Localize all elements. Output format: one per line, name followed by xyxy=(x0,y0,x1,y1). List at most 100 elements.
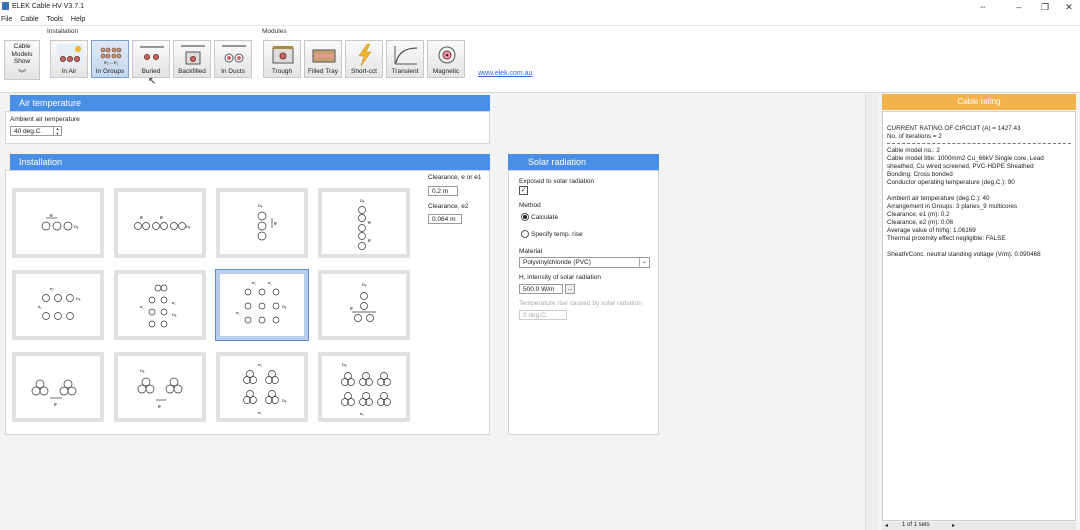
svg-text:e₂: e₂ xyxy=(258,362,262,367)
pin-icon[interactable]: ⇔ xyxy=(979,2,987,11)
title-bar: ELEK Cable HV V3.7.1 ⇔ – ❐ ✕ xyxy=(0,0,1080,14)
menu-bar: File Cable Tools Help xyxy=(0,14,1080,26)
svg-text:Dₑ: Dₑ xyxy=(282,304,287,309)
temp-rise-label: Temperature rise caused by solar radiati… xyxy=(519,300,642,307)
magnetic-button[interactable]: Magnetic xyxy=(427,40,465,78)
rating-line: Clearance, e1 (m): 0.2 xyxy=(887,211,950,218)
website-link[interactable]: www.elek.com.au xyxy=(478,70,532,77)
svg-text:Dₑ: Dₑ xyxy=(282,398,287,403)
svg-text:e₁: e₁ xyxy=(268,280,272,285)
magnetic-field-icon xyxy=(438,46,456,64)
calculate-radio[interactable] xyxy=(521,213,529,221)
clearance-e2-label: Clearance, e2 xyxy=(428,203,469,210)
arrangement-tile-1[interactable]: e Dₑ xyxy=(12,188,104,258)
minimize-button[interactable]: – xyxy=(1006,1,1032,13)
arrangement-tile-12[interactable]: Dₑ e₂ xyxy=(318,352,410,422)
buried-icon xyxy=(140,46,164,60)
trough-label: Trough xyxy=(271,68,293,75)
arrangement-diagram-icon: e₂ e₁ Dₑ xyxy=(38,286,81,320)
cable-models-show-line1: Cable xyxy=(13,43,31,50)
rating-line: Sheath/Conc. neutral standing voltage (V… xyxy=(887,251,1041,258)
main-scrollbar[interactable] xyxy=(865,94,878,530)
rating-line: Average value of hl/hg: 1.06169 xyxy=(887,227,976,234)
arrangement-tile-4[interactable]: Dₑ e e xyxy=(318,188,410,258)
air-temperature-panel: Ambient air temperature 40 deg.C. ▲ ▼ xyxy=(5,111,490,144)
method-label: Method xyxy=(519,202,541,209)
material-select[interactable]: Polyvinylchloride (PVC) ⌄ xyxy=(519,257,650,268)
arrangement-tile-3[interactable]: Dₑ e xyxy=(216,188,308,258)
temp-rise-input[interactable]: 0 deg.C. xyxy=(519,310,567,320)
arrangement-tile-10[interactable]: Dₑ e xyxy=(114,352,206,422)
transient-button[interactable]: Transient xyxy=(386,40,424,78)
clearance-e1-input[interactable]: 0.2 m xyxy=(428,186,458,196)
arrangement-diagram-icon: e Dₑ xyxy=(41,213,79,231)
ribbon: Cable Models Show ︾ Installation Modules… xyxy=(0,26,1080,93)
installation-header: Installation xyxy=(10,154,490,170)
menu-cable[interactable]: Cable xyxy=(20,14,38,25)
menu-tools[interactable]: Tools xyxy=(47,14,63,25)
trough-button[interactable]: Trough xyxy=(263,40,301,78)
calculate-label: Calculate xyxy=(531,214,559,221)
cable-models-show-button[interactable]: Cable Models Show ︾ xyxy=(4,40,40,80)
arrangement-tile-9[interactable]: e xyxy=(12,352,104,422)
short-cct-label: Short-cct xyxy=(350,68,377,75)
window-title: ELEK Cable HV V3.7.1 xyxy=(12,3,84,10)
arrangement-tile-2[interactable]: e e Dₑ xyxy=(114,188,206,258)
pager-prev-icon[interactable]: ◂ xyxy=(885,522,888,529)
arrangement-diagram-icon: e₂ Dₑ e₁ xyxy=(243,362,287,415)
arrangement-tile-8[interactable]: Dₑ e xyxy=(318,270,410,340)
svg-text:e: e xyxy=(274,221,277,227)
specify-temp-rise-radio[interactable] xyxy=(521,230,529,238)
arrangement-diagram-icon: Dₑ e e xyxy=(358,198,371,250)
maximize-button[interactable]: ❐ xyxy=(1032,1,1058,13)
rating-line: Cable model title: 1000mm2 Cu_66kV Singl… xyxy=(887,155,1044,170)
exposed-checkbox[interactable]: ✓ xyxy=(519,186,528,195)
svg-text:Dₑ: Dₑ xyxy=(186,224,191,229)
svg-text:Dₑ: Dₑ xyxy=(140,368,145,373)
arrangement-tile-6[interactable]: e₁ Dₑ e₁ xyxy=(114,270,206,340)
intensity-input[interactable]: 500.0 W/m xyxy=(519,284,563,294)
close-button[interactable]: ✕ xyxy=(1056,1,1080,13)
rating-line: CURRENT RATING OF CIRCUIT (A) = 1427.43 xyxy=(887,125,1021,132)
filled-tray-label: Filled Tray xyxy=(308,68,338,75)
intensity-browse-button[interactable]: ... xyxy=(565,284,575,294)
menu-file[interactable]: File xyxy=(1,14,12,25)
clearance-e2-input[interactable]: 0.064 m xyxy=(428,214,462,224)
menu-help[interactable]: Help xyxy=(71,14,85,25)
spinner-icon[interactable]: ▲ ▼ xyxy=(53,126,61,136)
in-ducts-button[interactable]: In Ducts xyxy=(214,40,252,78)
ambient-air-temperature-input[interactable]: 40 deg.C. ▲ ▼ xyxy=(10,126,62,136)
trough-icon xyxy=(272,46,294,64)
svg-text:e₁: e₁ xyxy=(172,300,176,305)
arrangement-tile-5[interactable]: e₂ e₁ Dₑ xyxy=(12,270,104,340)
in-air-button[interactable]: In Air xyxy=(50,40,88,78)
transient-curve-icon xyxy=(394,46,418,65)
rating-line: Conductor operating temperature (deg.C.)… xyxy=(887,179,1015,186)
cable-rating-output: CURRENT RATING OF CIRCUIT (A) = 1427.43 … xyxy=(882,111,1076,521)
backfilled-button[interactable]: Backfilled xyxy=(173,40,211,78)
svg-text:e₂: e₂ xyxy=(252,280,256,285)
svg-text:e₂: e₂ xyxy=(50,286,54,291)
arrangement-tile-7-selected[interactable]: e₂ e₁ Dₑ e₁ xyxy=(215,269,309,341)
in-groups-icon: e₂↔e₁ xyxy=(100,47,122,66)
arrangement-tile-11[interactable]: e₂ Dₑ e₁ xyxy=(216,352,308,422)
short-cct-button[interactable]: Short-cct xyxy=(345,40,383,78)
backfilled-label: Backfilled xyxy=(178,68,206,75)
cable-rating-header: Cable rating xyxy=(882,94,1076,110)
cable-models-show-line3: Show xyxy=(13,58,31,65)
in-ducts-icon xyxy=(222,45,246,63)
arrangement-diagram-icon: Dₑ e xyxy=(137,368,183,410)
rating-line: Arrangement in Groups: 3 planes_9 multic… xyxy=(887,203,1018,210)
svg-text:e: e xyxy=(140,215,143,221)
magnetic-label: Magnetic xyxy=(432,68,460,75)
ambient-air-temperature-label: Ambient air temperature xyxy=(10,116,80,123)
buried-button[interactable]: Buried xyxy=(132,40,170,78)
chevron-down-icon[interactable]: ⌄ xyxy=(639,257,649,268)
svg-text:e₂↔e₁: e₂↔e₁ xyxy=(104,60,119,66)
svg-text:e₁: e₁ xyxy=(140,304,144,309)
rating-line: Thermal proximity effect negligible: FAL… xyxy=(887,235,1006,242)
filled-tray-button[interactable]: Filled Tray xyxy=(304,40,342,78)
in-groups-button[interactable]: e₂↔e₁ In Groups xyxy=(91,40,129,78)
pager-next-icon[interactable]: ▸ xyxy=(952,522,955,529)
svg-text:e: e xyxy=(160,215,163,221)
